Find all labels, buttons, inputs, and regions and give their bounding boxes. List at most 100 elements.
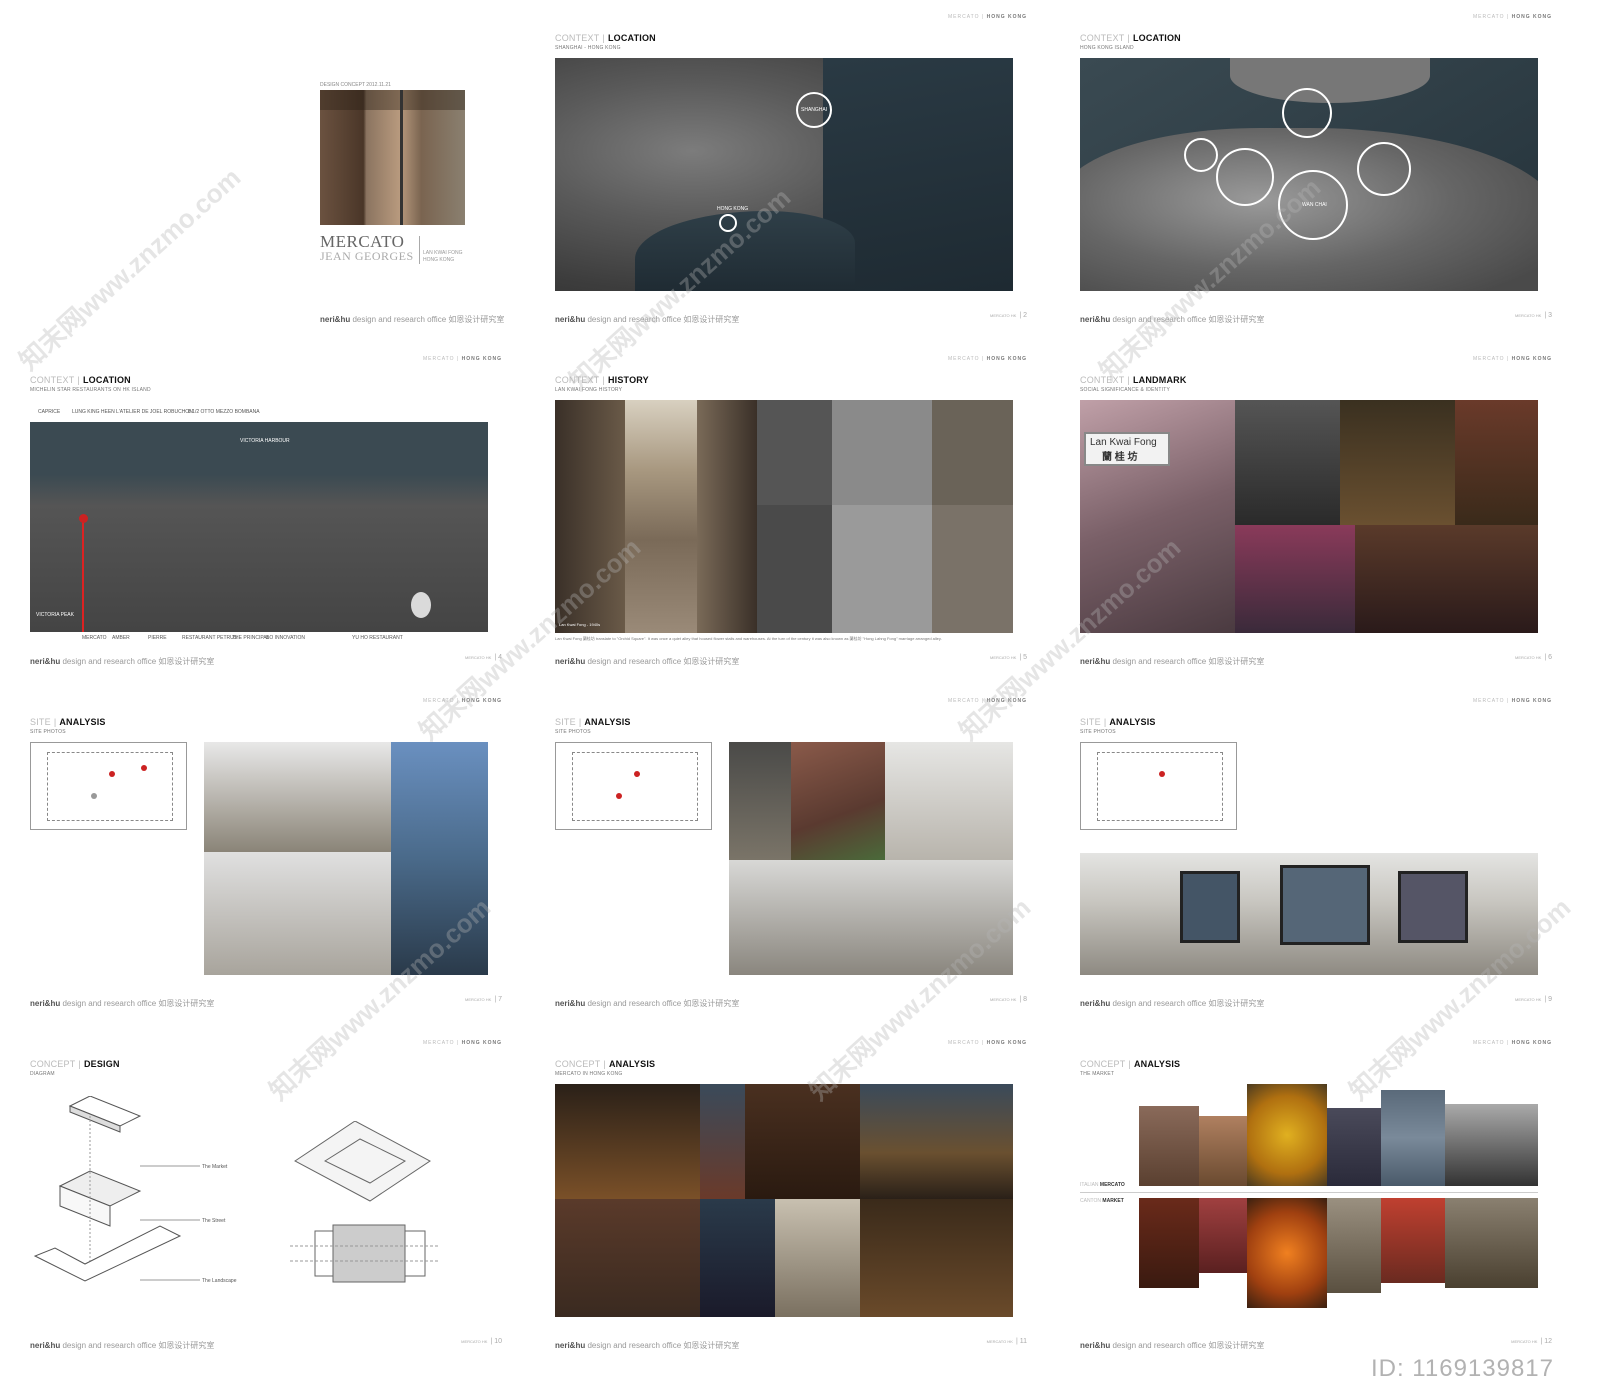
market-photo — [1445, 1104, 1538, 1186]
peak-label: VICTORIA PEAK — [36, 612, 74, 618]
page-number-value: 8 — [1023, 996, 1027, 1003]
page-tag: MERCATO | HONG KONG — [1472, 1040, 1552, 1046]
page-subtitle: THE MARKET — [1080, 1071, 1115, 1077]
footer-office: design and research office 如恩设计研究室 — [587, 657, 740, 666]
section-label: CONTEXT — [30, 375, 75, 385]
tag-city: HONG KONG — [986, 14, 1027, 20]
restaurant-label: PIERRE — [148, 635, 167, 641]
page-subtitle: HONG KONG ISLAND — [1080, 45, 1134, 51]
site-photo — [204, 742, 391, 852]
page-tag: MERCATO | HONG KONG — [1472, 356, 1552, 362]
footer-brand: neri&hu — [30, 1341, 61, 1350]
tag-city: HONG KONG — [986, 356, 1027, 362]
section-label: SITE — [555, 717, 576, 727]
analysis-photo — [700, 1199, 775, 1317]
footer-mini: MERCATO HK — [986, 1339, 1013, 1344]
page-subtitle: MERCATO IN HONG KONG — [555, 1071, 623, 1077]
footer-mini: MERCATO HK — [990, 997, 1017, 1002]
page-subtitle: SOCIAL SIGNIFICANCE & IDENTITY — [1080, 387, 1170, 393]
page-title: CONTEXT | LOCATION — [555, 33, 656, 43]
tag-project: MERCATO — [422, 1040, 455, 1046]
page-tag: MERCATO | HONG KONG — [422, 356, 502, 362]
market-photo — [1327, 1198, 1381, 1293]
page-title: CONCEPT | ANALYSIS — [555, 1059, 656, 1069]
page-subtitle: SITE PHOTOS — [555, 729, 591, 735]
restaurant-label: 8 1/2 OTTO MEZZO BOMBANA — [188, 409, 260, 415]
analysis-photo — [555, 1084, 700, 1199]
page-4: MERCATO | HONG KONG CONTEXT | LOCATION MIC… — [0, 342, 510, 687]
page-footer: neri&hu design and research office 如恩设计研… — [1080, 656, 1264, 667]
michelin-map: VICTORIA HARBOUR VICTORIA PEAK — [30, 422, 488, 632]
tag-city: HONG KONG — [1511, 698, 1552, 704]
analysis-photo — [745, 1084, 860, 1199]
page-number: MERCATO HK | 3 — [1515, 312, 1552, 319]
page-footer: neri&hu design and research office 如恩设计研… — [555, 1340, 739, 1351]
tag-project: MERCATO — [1472, 356, 1505, 362]
site-plan — [1080, 742, 1237, 830]
footer-brand: neri&hu — [1080, 999, 1111, 1008]
footer-brand: neri&hu — [555, 1341, 586, 1350]
tag-project: MERCATO — [1472, 698, 1505, 704]
restaurant-label: CAPRICE — [38, 409, 61, 415]
page-number-value: 2 — [1023, 312, 1027, 319]
analysis-photo — [700, 1084, 745, 1199]
history-photo — [757, 505, 832, 633]
tag-project: MERCATO — [947, 14, 980, 20]
title-label: HISTORY — [607, 375, 649, 385]
market-photo — [1381, 1198, 1445, 1283]
site-photo-panorama — [1080, 853, 1538, 975]
footer-brand: neri&hu — [555, 657, 586, 666]
circle-1 — [1282, 88, 1332, 138]
page-footer: neri&hu design and research office 如恩设计研… — [1080, 998, 1264, 1009]
title-label: ANALYSIS — [584, 717, 631, 727]
market-photo — [1247, 1198, 1327, 1308]
page-number-value: 7 — [498, 996, 502, 1003]
restaurant-label: LUNG KING HEEN — [72, 409, 115, 415]
divider — [1080, 1192, 1538, 1193]
page-title: SITE | ANALYSIS — [555, 717, 631, 727]
canton-label: CANTON — [1080, 1198, 1102, 1204]
page-number: MERCATO HK | 9 — [1515, 996, 1552, 1003]
diagram-label-market: The Market — [202, 1164, 228, 1170]
section-label: CONTEXT — [555, 33, 600, 43]
page-title: CONCEPT | ANALYSIS — [1080, 1059, 1181, 1069]
photo-marker — [634, 771, 640, 777]
footer-mini: MERCATO HK — [990, 655, 1017, 660]
cover-caption: DESIGN CONCEPT 2012.11.21 — [320, 82, 391, 88]
history-photo — [832, 400, 932, 505]
cover-subtitle: JEAN GEORGES — [320, 249, 414, 263]
page-number-value: 9 — [1548, 996, 1552, 1003]
page-number: MERCATO HK | 11 — [986, 1338, 1027, 1345]
mercato-marker — [79, 514, 88, 523]
compass-icon — [411, 592, 431, 618]
tag-city: HONG KONG — [1511, 14, 1552, 20]
landmark-photo — [1235, 400, 1340, 525]
section-label: SITE — [1080, 717, 1101, 727]
page-2: MERCATO | HONG KONG CONTEXT | LOCATION SHA… — [525, 0, 1035, 345]
circle-sheung-wan — [1184, 138, 1218, 172]
circle-central — [1216, 148, 1274, 206]
page-tag: MERCATO | HONG KONG — [1472, 14, 1552, 20]
tag-project: MERCATO — [947, 356, 980, 362]
history-caption: Lan Kwai Fong 蘭桂坊 translate to "Orchid S… — [555, 636, 942, 641]
diagram-label-street: The Street — [202, 1218, 226, 1224]
page-tag: MERCATO | HONG KONG — [947, 356, 1027, 362]
shanghai-label: SHANGHAI — [801, 107, 828, 113]
page-footer: neri&hu design and research office 如恩设计研… — [555, 998, 739, 1009]
footer-mini: MERCATO HK — [1515, 655, 1542, 660]
footer-office: design and research office 如恩设计研究室 — [62, 999, 215, 1008]
footer-brand: neri&hu — [30, 657, 61, 666]
page-6: MERCATO | HONG KONG CONTEXT | LANDMARK SOC… — [1050, 342, 1560, 687]
footer-office: design and research office 如恩设计研究室 — [1112, 1341, 1265, 1350]
market-photo — [1445, 1198, 1538, 1288]
page-footer: neri&hu design and research office 如恩设计研… — [30, 656, 214, 667]
title-label: ANALYSIS — [1109, 717, 1156, 727]
kowloon-landmass — [1230, 58, 1430, 103]
tag-city: HONG KONG — [1511, 1040, 1552, 1046]
restaurant-label: MERCATO — [82, 635, 107, 641]
page-number: MERCATO HK | 2 — [990, 312, 1027, 319]
tag-city: HONG KONG — [1511, 356, 1552, 362]
cover-divider — [419, 236, 420, 264]
page-title: CONCEPT | DESIGN — [30, 1059, 120, 1069]
page-subtitle: SHANGHAI - HONG KONG — [555, 45, 621, 51]
